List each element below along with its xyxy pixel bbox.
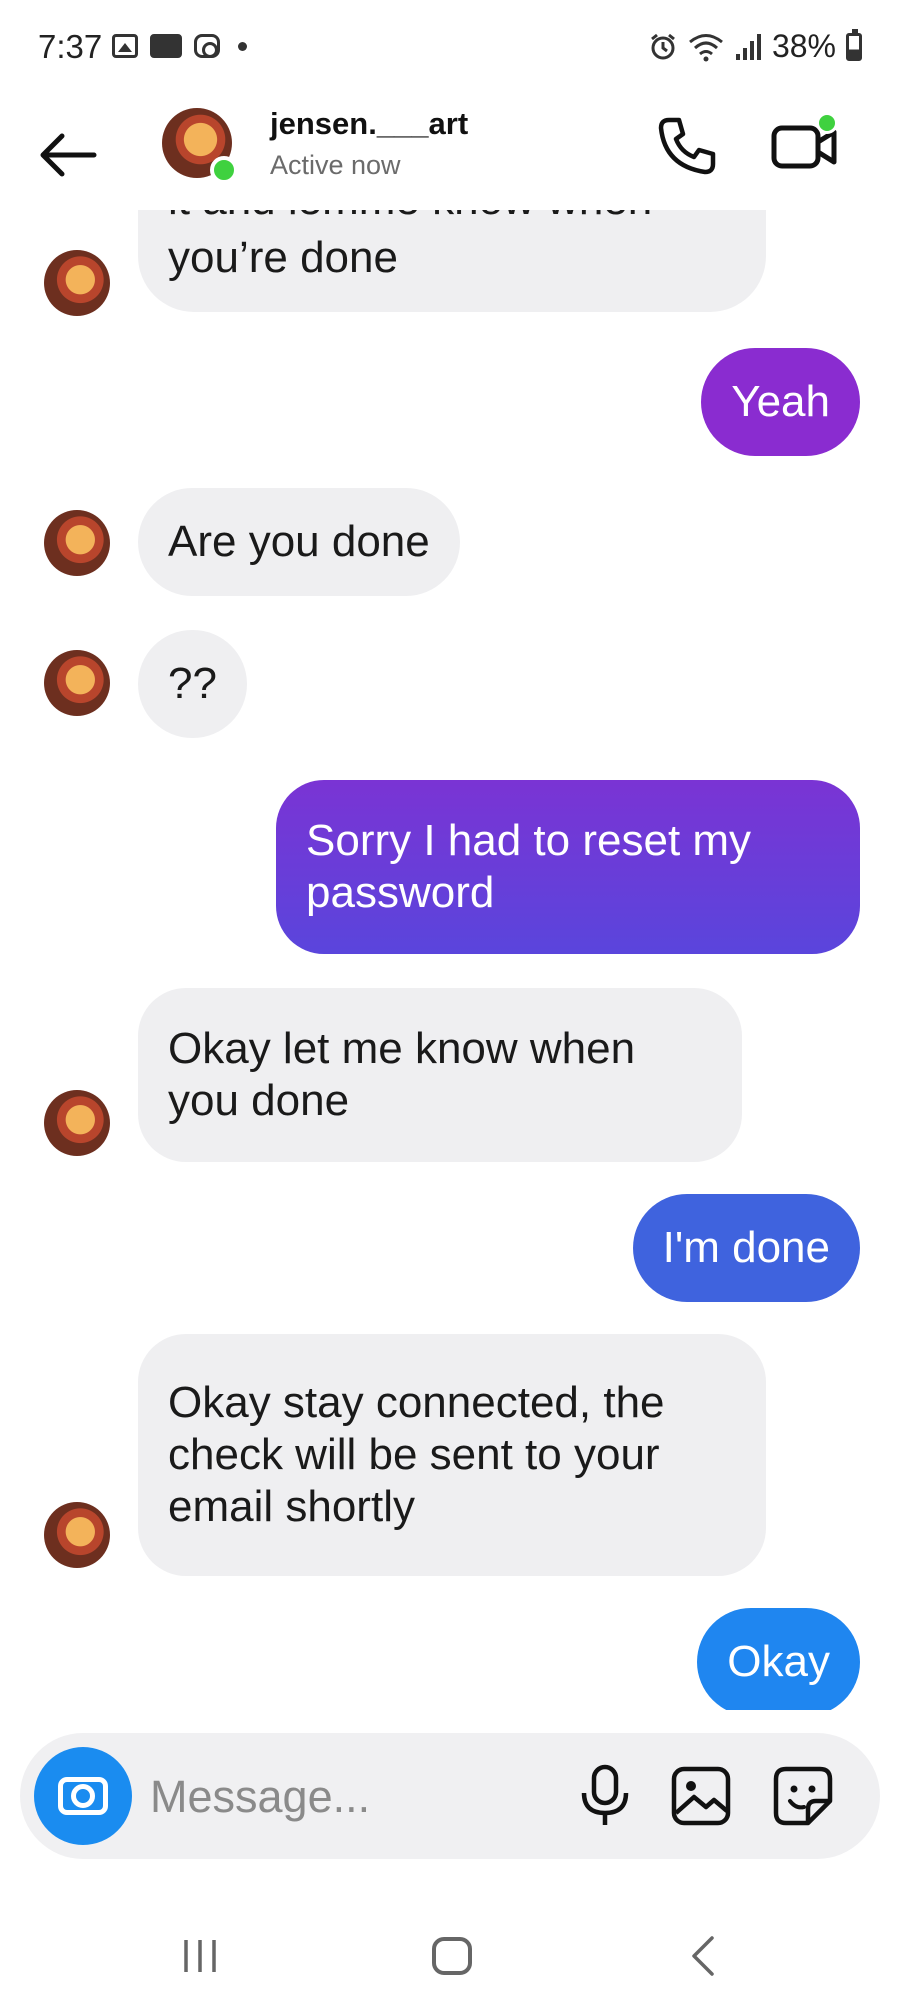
message-input[interactable] (150, 1767, 450, 1827)
sender-avatar (44, 650, 110, 716)
back-arrow-icon[interactable] (38, 130, 98, 180)
message-text: Okay (727, 1637, 830, 1687)
battery-icon (846, 28, 862, 61)
message-text: I'm done (662, 1223, 830, 1273)
message-thread[interactable]: it and lemme know when you’re done Yeah … (0, 210, 900, 1710)
message-bubble-incoming[interactable]: Okay stay connected, the check will be s… (138, 1334, 766, 1576)
microphone-icon[interactable] (575, 1763, 635, 1829)
gallery-icon (112, 34, 138, 58)
camera-button[interactable] (34, 1747, 132, 1845)
phone-icon[interactable] (655, 114, 719, 178)
chat-header: jensen.___art Active now (0, 100, 900, 210)
message-text: Okay stay connected, the check will be s… (168, 1378, 665, 1531)
nav-back-icon[interactable] (688, 1934, 718, 1978)
message-text: you’re done (168, 233, 398, 283)
sender-avatar (44, 1090, 110, 1156)
contact-username[interactable]: jensen.___art (270, 106, 468, 142)
more-notifications-dot (238, 41, 247, 51)
notification-icons (112, 34, 247, 58)
message-bubble-incoming[interactable]: Are you done (138, 488, 460, 596)
message-bubble-outgoing[interactable]: Yeah (701, 348, 860, 456)
sticker-icon[interactable] (772, 1765, 834, 1827)
recent-apps-icon[interactable] (180, 1936, 220, 1976)
message-text: Yeah (731, 377, 830, 427)
message-bubble-outgoing[interactable]: I'm done (632, 1194, 860, 1302)
status-time: 7:37 (38, 28, 103, 65)
status-bar: 7:37 38% (0, 0, 900, 100)
instagram-icon (194, 34, 220, 58)
message-text: ?? (168, 659, 217, 709)
camera-lens (71, 1784, 95, 1808)
battery-percent: 38% (771, 28, 836, 64)
online-indicator (210, 156, 238, 184)
profile-avatar[interactable] (162, 108, 238, 184)
message-bubble-outgoing[interactable]: Sorry I had to reset my password (276, 780, 860, 954)
signal-icon (735, 33, 761, 60)
message-bubble-outgoing[interactable]: Okay (697, 1608, 860, 1710)
message-bubble-incoming[interactable]: ?? (138, 630, 247, 738)
message-text: Sorry I had to reset my password (306, 816, 752, 917)
message-composer (20, 1733, 880, 1859)
active-status: Active now (270, 150, 401, 180)
message-bubble-incoming[interactable]: Okay let me know when you done (138, 988, 742, 1162)
sender-avatar (44, 1502, 110, 1568)
message-bubble-incoming[interactable]: it and lemme know when you’re done (138, 210, 766, 312)
system-navigation-bar (0, 1900, 900, 2001)
home-icon[interactable] (432, 1937, 472, 1975)
sender-avatar (44, 510, 110, 576)
gallery-icon[interactable] (670, 1765, 732, 1827)
system-icons: 38% (648, 28, 862, 65)
wifi-icon (689, 33, 723, 61)
message-text: Are you done (168, 517, 430, 567)
sender-avatar (44, 250, 110, 316)
message-partial-line: it and lemme know when (168, 210, 652, 226)
voicemail-icon (150, 34, 182, 58)
message-text: Okay let me know when you done (168, 1024, 636, 1125)
video-call-button[interactable] (770, 112, 842, 178)
alarm-icon (651, 33, 675, 59)
video-active-dot (816, 112, 838, 134)
